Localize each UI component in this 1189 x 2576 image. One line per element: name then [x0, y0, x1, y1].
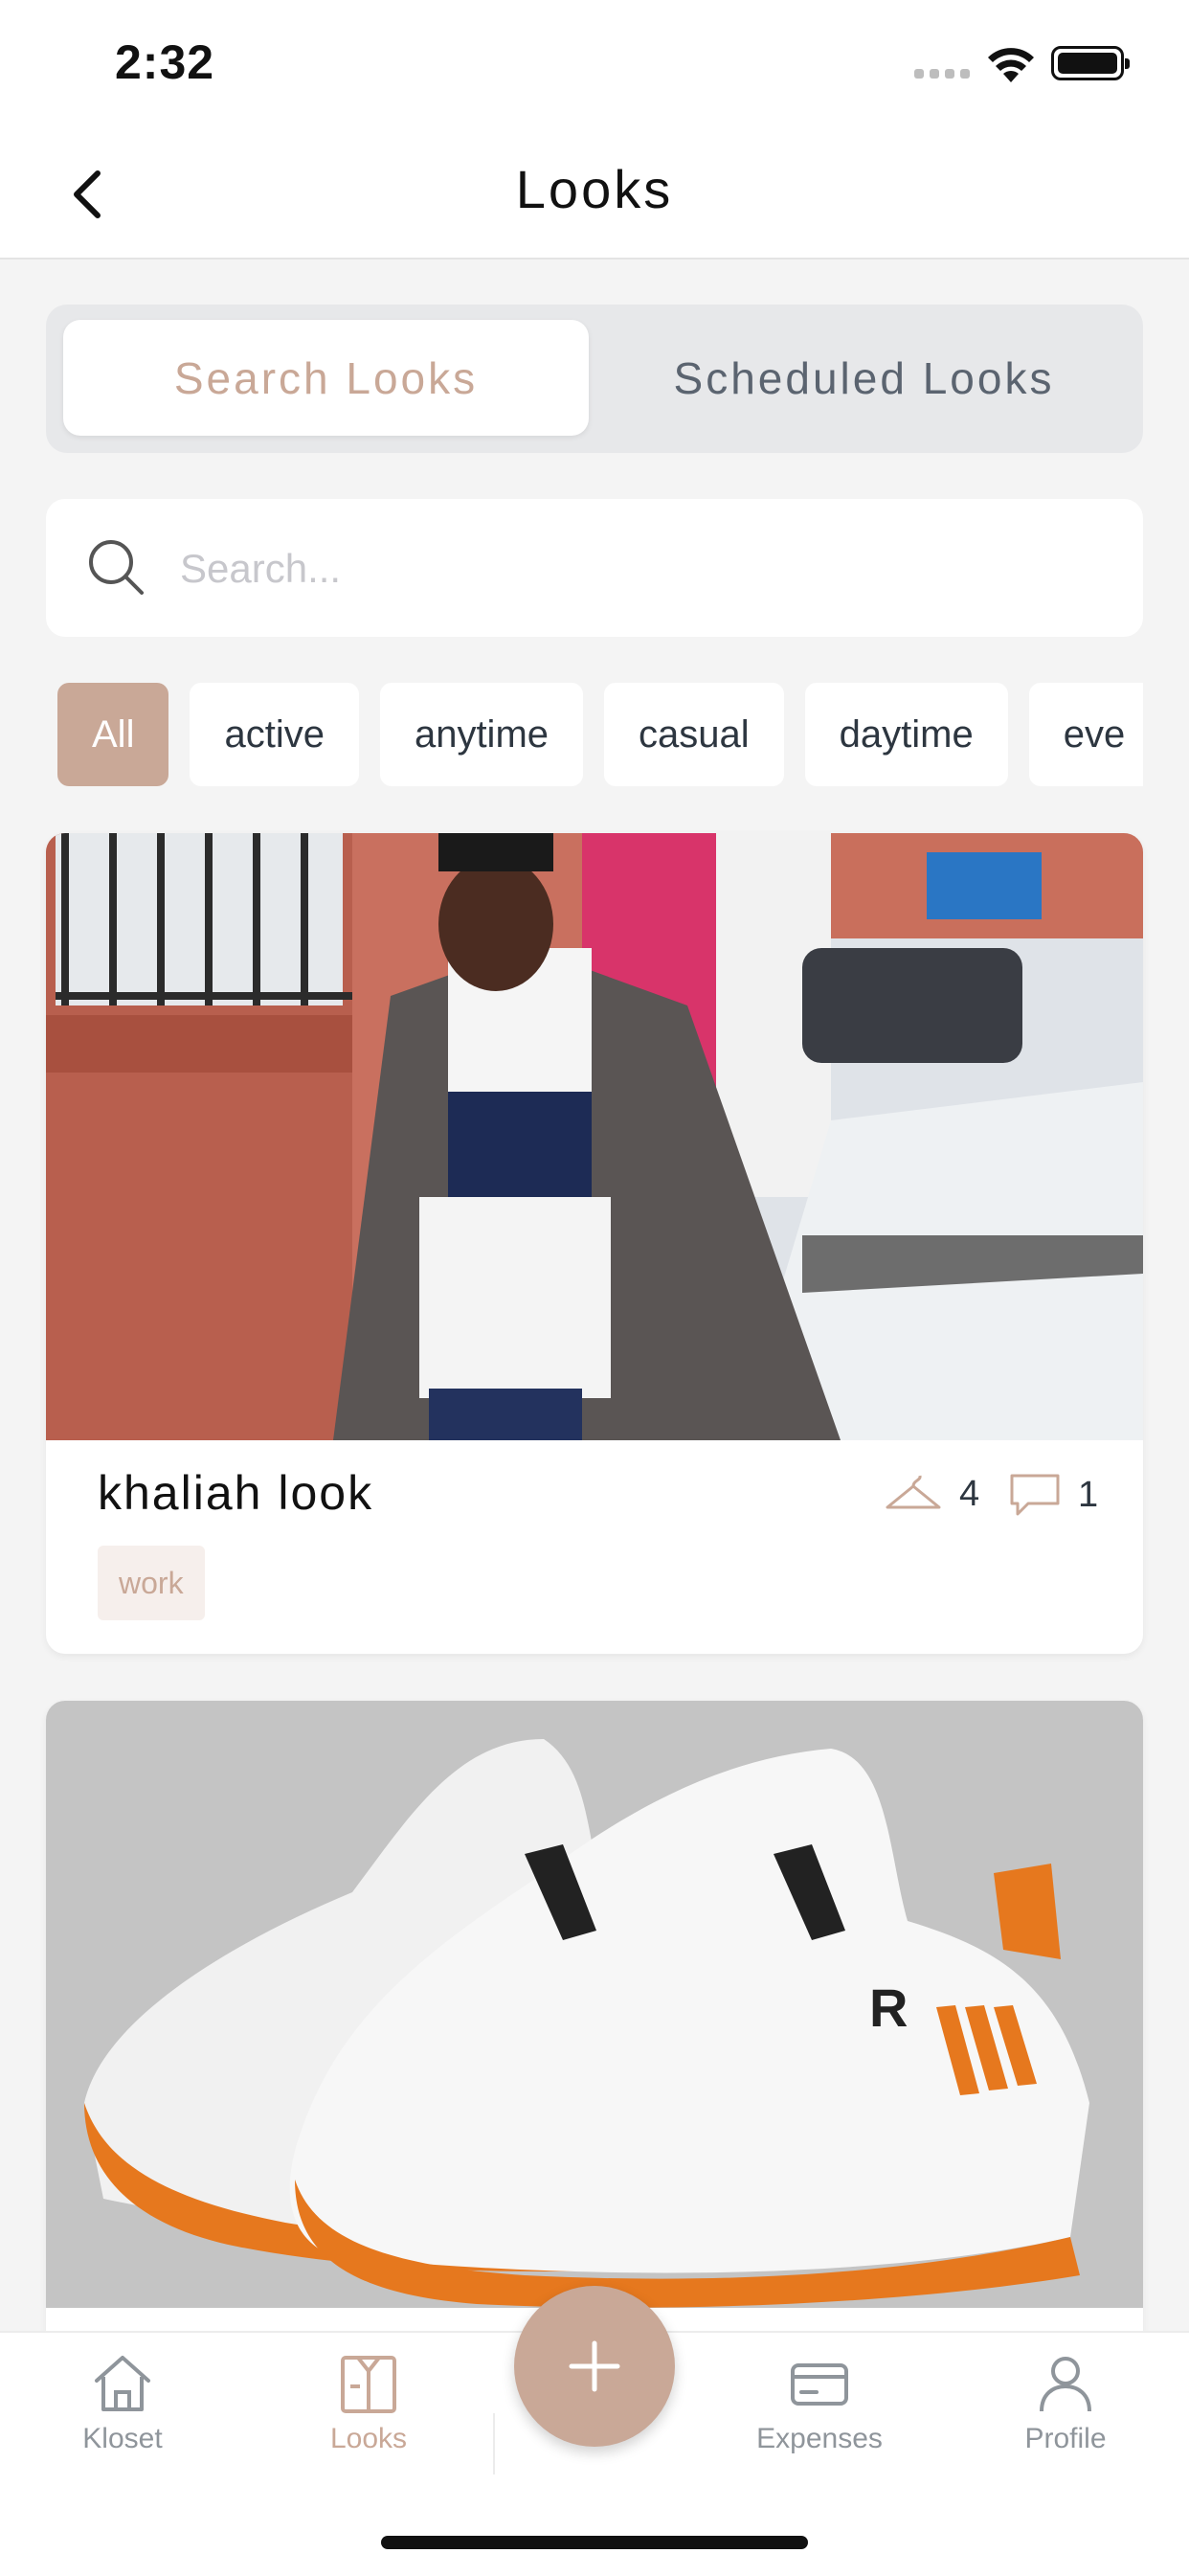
navigation-bar: Looks: [0, 129, 1189, 260]
chip-daytime[interactable]: daytime: [804, 683, 1008, 786]
chip-anytime[interactable]: anytime: [379, 683, 584, 786]
wifi-icon: [988, 48, 1034, 82]
looks-segmented-control: Search Looks Scheduled Looks: [46, 305, 1143, 453]
page-title: Looks: [515, 159, 674, 219]
look-title: khaliah look: [98, 1466, 374, 1520]
look-photo: [46, 833, 1143, 1440]
item-count-value: 4: [959, 1473, 980, 1514]
tab-profile[interactable]: Profile: [970, 2352, 1161, 2455]
item-count: 4: [885, 1473, 979, 1515]
chip-evening[interactable]: eve: [1028, 683, 1143, 786]
comment-icon: [1010, 1474, 1060, 1516]
tab-looks[interactable]: Looks: [273, 2352, 464, 2455]
tab-expenses[interactable]: Expenses: [724, 2352, 915, 2455]
search-box: [46, 499, 1143, 637]
look-photo: R: [46, 1701, 1143, 2308]
battery-icon: [1051, 46, 1130, 80]
tab-expenses-label: Expenses: [756, 2423, 883, 2454]
tab-kloset[interactable]: Kloset: [27, 2352, 218, 2455]
look-tag: work: [98, 1546, 205, 1620]
search-input[interactable]: [178, 528, 1101, 610]
tab-scheduled-looks[interactable]: Scheduled Looks: [601, 320, 1127, 436]
look-card[interactable]: R: [46, 1701, 1143, 2371]
comment-count: 1: [1009, 1473, 1098, 1517]
comment-count-value: 1: [1078, 1474, 1099, 1515]
cellular-signal-icon: [914, 69, 970, 79]
hanger-icon: [886, 1475, 941, 1509]
svg-text:R: R: [869, 1977, 908, 2038]
tab-profile-label: Profile: [1024, 2423, 1107, 2454]
shirt-icon: [341, 2356, 396, 2413]
search-icon: [89, 540, 144, 595]
tab-looks-label: Looks: [329, 2423, 408, 2454]
status-bar: 2:32: [0, 0, 1189, 129]
look-card[interactable]: khaliah look 4 1 work: [46, 833, 1143, 1654]
home-icon: [95, 2356, 150, 2411]
tab-kloset-label: Kloset: [82, 2423, 163, 2454]
tab-search-looks[interactable]: Search Looks: [63, 320, 589, 436]
status-time: 2:32: [115, 35, 215, 89]
home-indicator: [381, 2536, 808, 2549]
user-icon: [1040, 2357, 1091, 2412]
chip-casual[interactable]: casual: [604, 683, 784, 786]
filter-chips: All active anytime casual daytime eve: [57, 683, 1143, 786]
plus-icon: [569, 2340, 620, 2392]
chip-active[interactable]: active: [190, 683, 359, 786]
add-look-button[interactable]: [514, 2286, 675, 2447]
chip-all[interactable]: All: [57, 683, 169, 786]
tab-divider: [493, 2413, 495, 2474]
credit-card-icon: [791, 2363, 848, 2406]
